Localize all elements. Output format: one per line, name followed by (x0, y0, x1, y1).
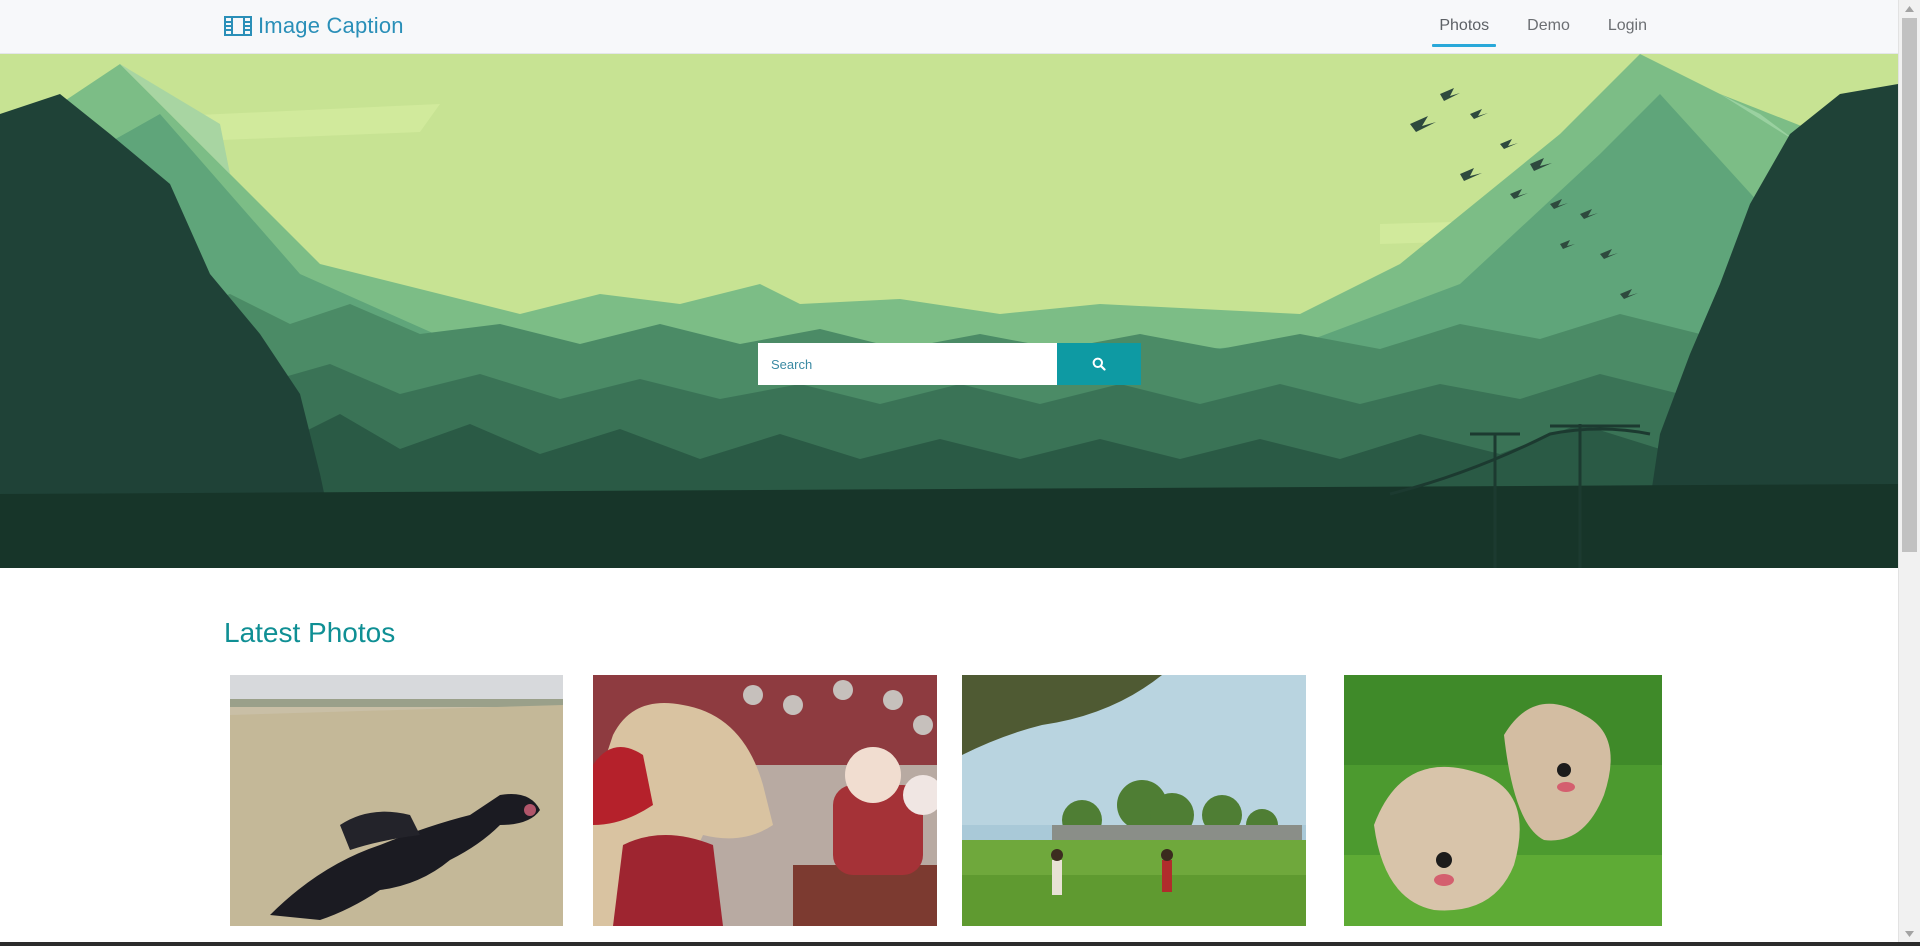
photo-card-4[interactable] (1344, 675, 1662, 926)
latest-photos-heading: Latest Photos (224, 617, 396, 648)
scroll-thumb[interactable] (1902, 18, 1917, 552)
photo-two-dogs (1344, 675, 1662, 926)
nav-item-demo[interactable]: Demo (1508, 0, 1589, 54)
photo-card-3[interactable] (962, 675, 1306, 926)
top-navbar: Image Caption Photos Demo Login (0, 0, 1898, 54)
chevron-down-icon (1905, 930, 1914, 937)
search-bar (758, 343, 1141, 385)
hero-landscape-image (0, 54, 1898, 568)
search-button[interactable] (1057, 343, 1141, 385)
photo-card-2[interactable] (593, 675, 937, 926)
search-icon (1092, 357, 1106, 371)
page-scrollbar[interactable] (1898, 0, 1920, 942)
photo-black-dog (230, 675, 563, 926)
nav-item-login[interactable]: Login (1589, 0, 1666, 54)
brand-name: Image Caption (258, 13, 404, 38)
hero-banner (0, 54, 1898, 568)
search-input[interactable] (758, 343, 1057, 385)
scroll-down-button[interactable] (1899, 925, 1920, 942)
page: Image Caption Photos Demo Login Search L… (0, 0, 1920, 946)
film-icon (224, 16, 252, 36)
photo-park (962, 675, 1306, 926)
nav-item-photos[interactable]: Photos (1420, 0, 1508, 54)
window-bottom-edge (0, 942, 1920, 946)
main-nav: Photos Demo Login (1420, 0, 1666, 54)
scroll-up-button[interactable] (1899, 0, 1920, 17)
photo-card-1[interactable] (230, 675, 563, 926)
photo-mascot (593, 675, 937, 926)
brand-link[interactable]: Image Caption (224, 13, 404, 39)
chevron-up-icon (1905, 5, 1914, 12)
